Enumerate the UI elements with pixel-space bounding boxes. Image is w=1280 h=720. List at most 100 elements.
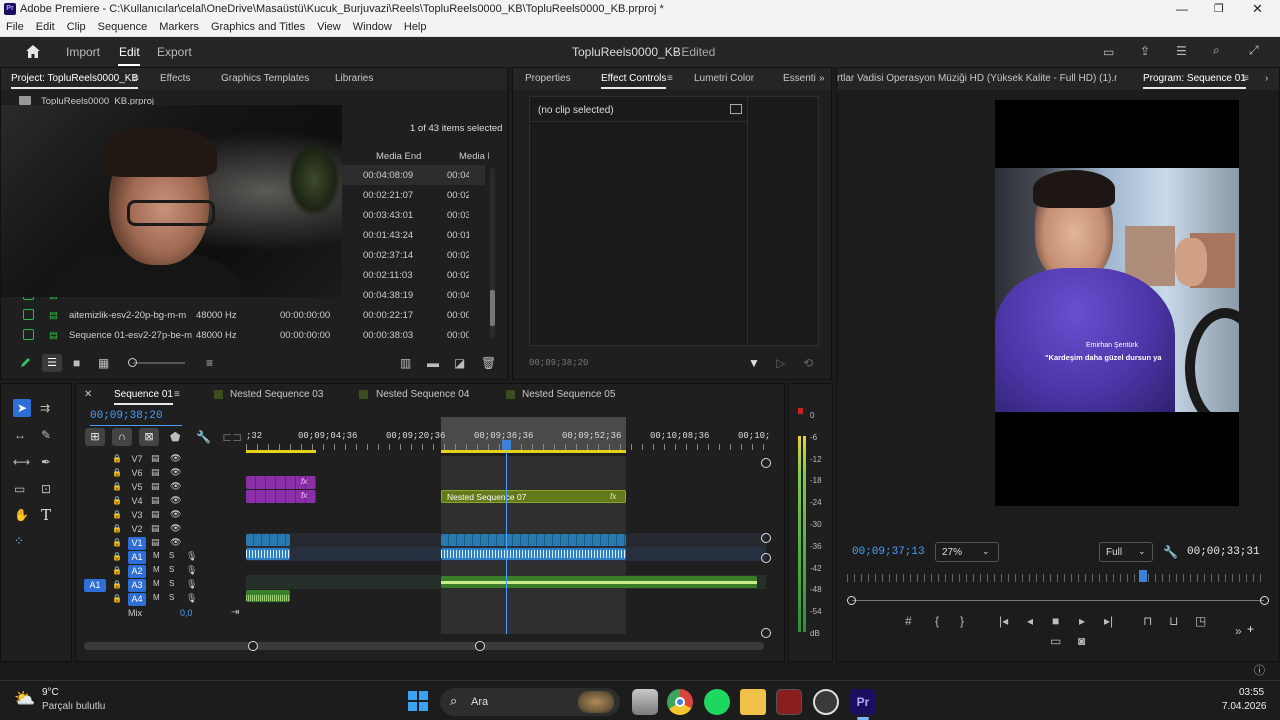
pen-tool[interactable]: ✒ bbox=[41, 455, 51, 469]
tab-properties[interactable]: Properties bbox=[525, 73, 571, 84]
menu-file[interactable]: File bbox=[0, 19, 30, 33]
new-bin-icon[interactable]: ▬ bbox=[427, 356, 439, 370]
mic-icon[interactable]: 🎙 bbox=[186, 565, 197, 576]
weather-desc[interactable]: Parçalı bulutlu bbox=[42, 701, 105, 712]
text-tool[interactable]: T bbox=[41, 506, 51, 524]
maximize-button[interactable]: ❐ bbox=[1214, 2, 1224, 15]
wrench-icon[interactable]: 🔧 bbox=[1163, 545, 1178, 559]
video-track-label[interactable]: V5 bbox=[128, 481, 146, 494]
weather-temp[interactable]: 9°C bbox=[42, 687, 59, 698]
v-scroll-handle[interactable] bbox=[761, 533, 771, 543]
program-menu-icon[interactable]: ≡ bbox=[1243, 73, 1249, 84]
captions-icon[interactable]: ⊏⊐ bbox=[222, 430, 242, 444]
solo-button[interactable]: S bbox=[169, 579, 174, 588]
tab-nested-04[interactable]: Nested Sequence 04 bbox=[376, 389, 469, 400]
ripple-edit-tool[interactable]: ↔ bbox=[14, 428, 26, 442]
go-to-in-icon[interactable]: |◂ bbox=[999, 614, 1008, 628]
clip-v5-purple[interactable]: fx bbox=[246, 476, 316, 489]
menu-view[interactable]: View bbox=[311, 19, 347, 33]
scrubber-left-handle[interactable] bbox=[847, 596, 856, 605]
extra-tool[interactable]: ⁘ bbox=[14, 534, 24, 548]
track-lock-icon[interactable]: 🔒 bbox=[112, 468, 122, 477]
filter-icon[interactable]: ▼ bbox=[748, 356, 760, 370]
video-track-label[interactable]: V1 bbox=[128, 537, 146, 550]
automate-icon[interactable]: ▥ bbox=[400, 356, 411, 370]
stop-icon[interactable]: ■ bbox=[1052, 614, 1059, 628]
chrome-icon[interactable] bbox=[667, 689, 693, 715]
project-scrollbar[interactable] bbox=[490, 168, 495, 338]
slip-tool[interactable]: ⟷ bbox=[13, 455, 30, 469]
track-lock-icon[interactable]: 🔒 bbox=[112, 454, 122, 463]
playhead-handle[interactable] bbox=[502, 440, 511, 450]
premiere-taskbar-icon[interactable]: Pr bbox=[850, 689, 876, 715]
close-button[interactable]: ✕ bbox=[1252, 1, 1263, 17]
export-tab[interactable]: Export bbox=[157, 45, 192, 59]
icon-view-button[interactable]: ■ bbox=[73, 356, 80, 370]
tab-graphics-templates[interactable]: Graphics Templates bbox=[221, 73, 309, 84]
freeform-view-button[interactable]: ▦ bbox=[98, 356, 109, 370]
program-timecode[interactable]: 00;09;37;13 bbox=[852, 546, 925, 558]
clip-a1-audio[interactable] bbox=[441, 548, 626, 560]
folder-icon[interactable] bbox=[740, 689, 766, 715]
rectangle-tool[interactable]: ▭ bbox=[14, 482, 25, 496]
eye-icon[interactable]: 👁 bbox=[170, 481, 181, 492]
eye-icon[interactable]: 👁 bbox=[170, 467, 181, 478]
mic-icon[interactable]: 🎙 bbox=[186, 593, 197, 604]
item-color-checkbox[interactable] bbox=[23, 309, 34, 320]
clip-a4-audio[interactable] bbox=[246, 590, 290, 602]
audio-track-label[interactable]: A2 bbox=[128, 565, 146, 578]
type-tool-frame[interactable]: ⊡ bbox=[41, 482, 51, 496]
track-lock-icon[interactable]: 🔒 bbox=[112, 580, 122, 589]
razor-tool[interactable]: ✎ bbox=[41, 428, 51, 442]
track-lock-icon[interactable]: 🔒 bbox=[112, 538, 122, 547]
track-lock-icon[interactable]: 🔒 bbox=[112, 524, 122, 533]
video-track-label[interactable]: V2 bbox=[128, 523, 146, 536]
col-media-end[interactable]: Media End bbox=[376, 151, 421, 162]
v-scroll-handle[interactable] bbox=[761, 553, 771, 563]
track-lock-icon[interactable]: 🔒 bbox=[112, 496, 122, 505]
more-controls-icon[interactable]: » bbox=[1235, 624, 1242, 638]
in-out-bar[interactable] bbox=[441, 450, 626, 453]
project-scrollbar-thumb[interactable] bbox=[490, 290, 495, 326]
menu-markers[interactable]: Markers bbox=[153, 19, 205, 33]
tab-nested-03[interactable]: Nested Sequence 03 bbox=[230, 389, 323, 400]
eye-icon[interactable]: 👁 bbox=[170, 523, 181, 534]
search-icon[interactable]: ⌕ bbox=[1213, 43, 1220, 57]
sequence-menu-icon[interactable]: ≡ bbox=[174, 389, 180, 400]
zoom-slider[interactable] bbox=[133, 362, 185, 364]
track-lock-icon[interactable]: 🔒 bbox=[112, 552, 122, 561]
import-tab[interactable]: Import bbox=[66, 45, 100, 59]
go-to-out-icon[interactable]: ▸| bbox=[1104, 614, 1113, 628]
eye-icon[interactable]: 👁 bbox=[170, 495, 181, 506]
timeline-settings-icon[interactable]: 🔧 bbox=[196, 430, 211, 444]
program-scrubber[interactable] bbox=[852, 600, 1264, 601]
sort-icon[interactable]: ≡ bbox=[206, 356, 213, 370]
loop-icon[interactable]: ⟲ bbox=[803, 356, 813, 370]
eye-icon[interactable]: 👁 bbox=[170, 509, 181, 520]
selection-tool[interactable]: ➤ bbox=[13, 399, 31, 417]
clip-a3-audio[interactable] bbox=[441, 576, 757, 588]
safe-margins-icon[interactable]: ▭ bbox=[1050, 634, 1061, 648]
menu-graphics[interactable]: Graphics and Titles bbox=[205, 19, 311, 33]
mute-button[interactable]: M bbox=[153, 579, 160, 588]
compare-icon[interactable]: ◳ bbox=[1195, 614, 1206, 628]
play-audio-icon[interactable]: ▷ bbox=[776, 356, 785, 370]
menu-edit[interactable]: Edit bbox=[30, 19, 61, 33]
fullscreen-icon[interactable]: ⤢ bbox=[1249, 43, 1259, 57]
eye-icon[interactable]: 👁 bbox=[170, 537, 181, 548]
tab-project[interactable]: Project: TopluReels0000_KB bbox=[11, 73, 139, 89]
workspace-menu-icon[interactable]: ☰ bbox=[1176, 44, 1187, 58]
more-tabs-icon[interactable]: » bbox=[819, 73, 825, 84]
eye-icon[interactable]: 👁 bbox=[170, 453, 181, 464]
solo-button[interactable]: S bbox=[169, 593, 174, 602]
h-scrollbar[interactable] bbox=[84, 642, 764, 650]
h-scroll-left[interactable] bbox=[248, 641, 258, 651]
snap-button[interactable]: ⊞ bbox=[85, 428, 105, 446]
zoom-slider-handle[interactable] bbox=[128, 358, 137, 367]
pencil-icon[interactable] bbox=[19, 357, 31, 369]
file-manager-icon[interactable] bbox=[632, 689, 658, 715]
sync-lock-icon[interactable]: ▤ bbox=[151, 509, 160, 520]
obs-icon[interactable] bbox=[813, 689, 839, 715]
lift-icon[interactable]: ⊓ bbox=[1143, 614, 1152, 628]
mute-button[interactable]: M bbox=[153, 551, 160, 560]
